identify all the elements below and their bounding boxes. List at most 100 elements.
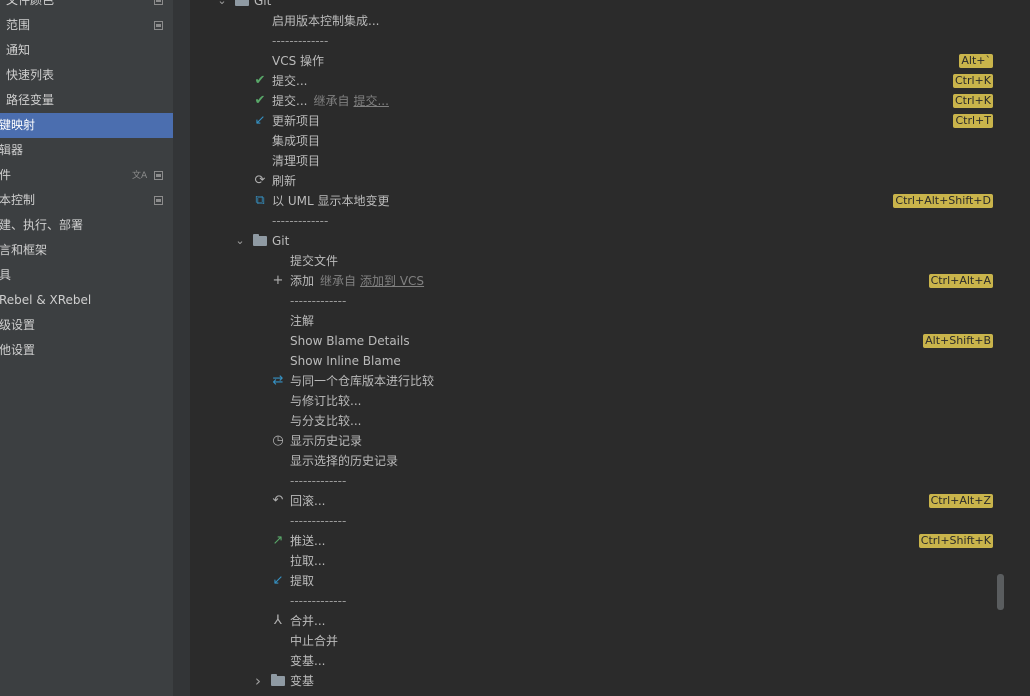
action-label: 回滚... — [290, 494, 326, 508]
action-text: 中止合并 — [290, 631, 338, 651]
push-arrow-icon: ↗ — [272, 533, 284, 548]
action-label: 拉取... — [290, 554, 326, 568]
sidebar-item[interactable]: 快速列表 — [0, 63, 173, 88]
keymap-action-row[interactable]: ✔ 提交... 继承自 提交... Ctrl+K — [190, 91, 1030, 111]
merge-icon: ⅄ — [274, 613, 282, 628]
action-label: 提交文件 — [290, 254, 339, 268]
keymap-action-row[interactable]: 显示选择的历史记录 — [190, 451, 1030, 471]
sidebar-item[interactable]: 范围 — [0, 13, 173, 38]
action-label: 与修订比较... — [290, 394, 362, 408]
keymap-action-row[interactable]: ↙ 更新项目 Ctrl+T — [190, 111, 1030, 131]
sidebar-item[interactable]: 键映射 — [0, 113, 173, 138]
keymap-action-row[interactable]: + 添加 继承自 添加到 VCS Ctrl+Alt+A — [190, 271, 1030, 291]
separator-label: ------------- — [290, 294, 347, 308]
keymap-action-row[interactable]: ↗ 推送... Ctrl+Shift+K — [190, 531, 1030, 551]
keymap-action-row[interactable]: 提交文件 — [190, 251, 1030, 271]
keymap-action-row[interactable]: ⟳ 刷新 — [190, 171, 1030, 191]
separator-label: ------------- — [272, 34, 329, 48]
keymap-action-row[interactable]: ✔ 提交... Ctrl+K — [190, 71, 1030, 91]
sidebar-splitter[interactable] — [173, 0, 190, 696]
action-text: 更新项目 — [272, 111, 320, 131]
keymap-action-row[interactable]: 集成项目 — [190, 131, 1030, 151]
action-text: 提交文件 — [290, 251, 338, 271]
separator-label: ------------- — [272, 214, 329, 228]
action-label: 集成项目 — [272, 134, 321, 148]
action-label: 显示历史记录 — [290, 434, 363, 448]
inherit-link[interactable]: 提交... — [353, 94, 388, 108]
uml-diagram-icon: ⧉ — [255, 193, 265, 208]
plus-icon: + — [272, 273, 284, 288]
sidebar-item[interactable]: 路径变量 — [0, 88, 173, 113]
keymap-action-row[interactable]: 中止合并 — [190, 631, 1030, 651]
project-settings-icon — [154, 171, 163, 180]
keymap-action-row[interactable]: 与修订比较... — [190, 391, 1030, 411]
action-label: 注解 — [290, 314, 315, 328]
action-label: 启用版本控制集成... — [272, 14, 380, 28]
folder-icon — [271, 674, 285, 686]
project-settings-icon — [154, 196, 163, 205]
keymap-folder-row[interactable]: ⌄ Git — [190, 0, 1030, 11]
chevron-down-icon[interactable]: ⌄ — [234, 231, 246, 251]
action-text: 添加 继承自 添加到 VCS — [290, 271, 424, 291]
action-label: 添加 — [290, 274, 315, 288]
action-label: 提交... — [272, 94, 308, 108]
action-text: 显示选择的历史记录 — [290, 451, 398, 471]
keymap-action-row[interactable]: 拉取... — [190, 551, 1030, 571]
shortcut-badge: Ctrl+K — [952, 74, 993, 88]
sidebar-item-label: 言和框架 — [0, 243, 48, 257]
action-label: 与同一个仓库版本进行比较 — [290, 374, 435, 388]
shortcut-badge: Ctrl+Alt+A — [928, 274, 993, 288]
sidebar-item[interactable]: 辑器 — [0, 138, 173, 163]
keymap-separator: ------------- — [190, 591, 1030, 611]
action-label: 提交... — [272, 74, 308, 88]
sidebar-item[interactable]: 言和框架 — [0, 238, 173, 263]
keymap-action-row[interactable]: 与分支比较... — [190, 411, 1030, 431]
keymap-action-row[interactable]: ⅄ 合并... — [190, 611, 1030, 631]
keymap-folder-row[interactable]: › 变基 — [190, 671, 1030, 691]
chevron-right-icon[interactable]: › — [252, 671, 264, 691]
action-label: 合并... — [290, 614, 326, 628]
keymap-action-row[interactable]: ⇄ 与同一个仓库版本进行比较 — [190, 371, 1030, 391]
keymap-action-row[interactable]: ◷ 显示历史记录 — [190, 431, 1030, 451]
inherit-link[interactable]: 添加到 VCS — [360, 274, 424, 288]
action-label: 显示选择的历史记录 — [290, 454, 399, 468]
keymap-action-row[interactable]: 启用版本控制集成... — [190, 11, 1030, 31]
folder-label: 变基 — [290, 674, 315, 688]
keymap-action-row[interactable]: ↶ 回滚... Ctrl+Alt+Z — [190, 491, 1030, 511]
keymap-action-row[interactable]: 清理项目 — [190, 151, 1030, 171]
action-label: VCS 操作 — [272, 54, 325, 68]
keymap-folder-row[interactable]: ⌄ Git — [190, 231, 1030, 251]
keymap-action-row[interactable]: 注解 — [190, 311, 1030, 331]
action-text: 回滚... — [290, 491, 325, 511]
sidebar-item[interactable]: 具 — [0, 263, 173, 288]
keymap-action-row[interactable]: ↙ 提取 — [190, 571, 1030, 591]
keymap-action-row[interactable]: ⧉ 以 UML 显示本地变更 Ctrl+Alt+Shift+D — [190, 191, 1030, 211]
folder-label: Git — [272, 234, 290, 248]
sidebar-item[interactable]: 本控制 — [0, 188, 173, 213]
sidebar-item[interactable]: 他设置 — [0, 338, 173, 363]
sidebar-item[interactable]: 件 文A — [0, 163, 173, 188]
translate-icon: 文A — [132, 171, 148, 181]
sidebar-item-label: 路径变量 — [6, 93, 55, 107]
sidebar-item[interactable]: 级设置 — [0, 313, 173, 338]
keymap-action-row[interactable]: Show Blame Details Alt+Shift+B — [190, 331, 1030, 351]
sidebar-item[interactable]: 通知 — [0, 38, 173, 63]
chevron-down-icon[interactable]: ⌄ — [216, 0, 228, 11]
sidebar-item[interactable]: Rebel & XRebel — [0, 288, 173, 313]
shortcut-badge: Ctrl+Alt+Z — [928, 494, 993, 508]
action-label: 更新项目 — [272, 114, 321, 128]
sidebar-item[interactable]: 建、执行、部署 — [0, 213, 173, 238]
action-text: 推送... — [290, 531, 325, 551]
keymap-action-row[interactable]: 变基... — [190, 651, 1030, 671]
sidebar-item[interactable]: 文件颜色 — [0, 0, 173, 13]
keymap-action-row[interactable]: VCS 操作 Alt+` — [190, 51, 1030, 71]
update-arrow-icon: ↙ — [254, 113, 266, 128]
check-icon: ✔ — [254, 73, 266, 88]
shortcut-badge: Alt+` — [959, 54, 993, 68]
sidebar-item-label: Rebel & XRebel — [0, 293, 92, 307]
keymap-action-row[interactable]: Show Inline Blame — [190, 351, 1030, 371]
compare-icon: ⇄ — [272, 373, 284, 388]
keymap-scrollbar[interactable] — [997, 574, 1004, 610]
keymap-separator: ------------- — [190, 31, 1030, 51]
action-label: 刷新 — [272, 174, 297, 188]
